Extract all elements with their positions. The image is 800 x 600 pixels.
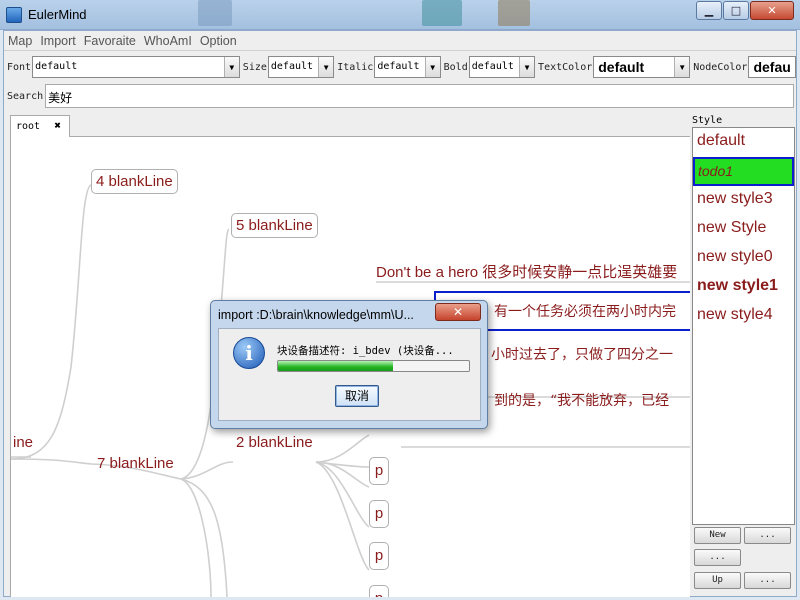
style-item-new-style1[interactable]: new style1 [693,273,794,302]
italic-select[interactable]: default ▼ [374,56,441,78]
search-label: Search [7,90,44,102]
textcolor-label: TextColor [538,61,593,73]
bold-select[interactable]: default ▼ [468,56,536,78]
style-item-todo1[interactable]: todo1 [693,157,794,186]
menu-import[interactable]: Import [36,34,79,48]
style-item-new-style0[interactable]: new style0 [693,244,794,273]
mindmap-node-hero[interactable]: Don't be a hero 很多时候安静一点比逞英雄要 [376,261,677,282]
mindmap-node[interactable]: 7 blankLine [97,455,174,472]
style-more-button[interactable]: ... [744,527,791,544]
menu-map[interactable]: Map [4,34,36,48]
mindmap-node[interactable]: ine [13,434,33,451]
mindmap-node[interactable]: 小时过去了，只做了四分之一 [491,344,673,364]
font-select[interactable]: default ▼ [32,56,240,78]
search-row: Search 美好 [4,83,796,109]
menu-bar: Map Import Favoraite WhoAmI Option [4,31,796,51]
search-input[interactable]: 美好 [45,84,794,108]
nodecolor-select-value: defau [753,59,791,75]
bold-select-value: default [471,61,514,72]
mindmap-node[interactable]: p [369,542,389,570]
mindmap-node[interactable]: 2 blankLine [236,434,313,451]
mindmap-node[interactable]: p [369,585,389,597]
size-select-value: default [270,61,314,72]
menu-favorite[interactable]: Favoraite [80,34,140,48]
chevron-down-icon[interactable]: ▼ [674,57,690,77]
background-thumbnail [198,0,232,26]
textcolor-select[interactable]: default ▼ [593,56,691,78]
style-more-button[interactable]: ... [744,572,791,589]
import-progress-dialog: import :D:\brain\knowledge\mm\U... ✕ i 块… [210,300,488,429]
italic-label: Italic [337,61,374,73]
menu-whoami[interactable]: WhoAmI [140,34,196,48]
maximize-button[interactable]: □ [723,1,749,20]
new-style-button[interactable]: New [694,527,741,544]
bold-label: Bold [443,61,468,73]
window-title: EulerMind [28,7,87,22]
style-item-new-style3[interactable]: new style3 [693,186,794,215]
background-thumbnail [422,0,462,26]
progress-fill [278,361,393,371]
mindmap-node-text: 有一个任务必须在两小时内完 [494,304,676,320]
mindmap-node[interactable]: 4 blankLine [91,169,178,194]
chevron-down-icon[interactable]: ▼ [519,57,535,77]
font-label: Font [7,61,32,73]
dialog-body: i 块设备描述符: i_bdev (块设备... 取消 [218,328,481,421]
progress-bar [277,360,470,372]
mindmap-node[interactable]: p [369,457,389,485]
textcolor-select-value: default [598,59,645,75]
cancel-button[interactable]: 取消 [335,385,379,407]
info-icon: i [233,337,265,369]
close-icon[interactable]: ✖ [54,119,61,132]
tab-label: root [16,121,41,132]
mindmap-node[interactable]: 到的是，“我不能放弃，已经 [494,390,669,410]
close-button[interactable]: ✕ [750,1,794,20]
style-item-new-style[interactable]: new Style [693,215,794,244]
style-panel-title: Style [692,115,723,126]
dialog-close-button[interactable]: ✕ [435,303,481,321]
chevron-down-icon[interactable]: ▼ [424,57,440,77]
background-thumbnail [498,0,530,26]
minimize-button[interactable]: ▁ [696,1,722,20]
chevron-down-icon[interactable]: ▼ [223,57,239,77]
nodecolor-select[interactable]: defau [748,56,797,78]
dialog-title: import :D:\brain\knowledge\mm\U... [218,308,414,322]
window-titlebar: EulerMind ▁ □ ✕ [0,0,800,30]
move-up-button[interactable]: Up [694,572,741,589]
nodecolor-label: NodeColor [693,61,748,73]
app-icon [6,7,22,23]
mindmap-node[interactable]: p [369,500,389,528]
font-select-value: default [35,61,78,72]
size-label: Size [242,61,267,73]
menu-option[interactable]: Option [196,34,241,48]
dialog-message: 块设备描述符: i_bdev (块设备... [277,345,454,357]
style-item-new-style4[interactable]: new style4 [693,302,794,331]
mindmap-node[interactable]: 5 blankLine [231,213,318,238]
style-list: default todo1 new style3 new Style new s… [692,127,795,525]
size-select[interactable]: default ▼ [267,56,335,78]
format-toolbar: Font default ▼ Size default ▼ Italic def… [4,53,797,81]
tab-root[interactable]: root ✖ [10,115,70,138]
style-more-button[interactable]: ... [694,549,741,566]
style-item-default[interactable]: default [693,128,794,157]
italic-select-value: default [377,61,420,72]
chevron-down-icon[interactable]: ▼ [318,57,334,77]
tab-bar: root ✖ [10,113,690,138]
